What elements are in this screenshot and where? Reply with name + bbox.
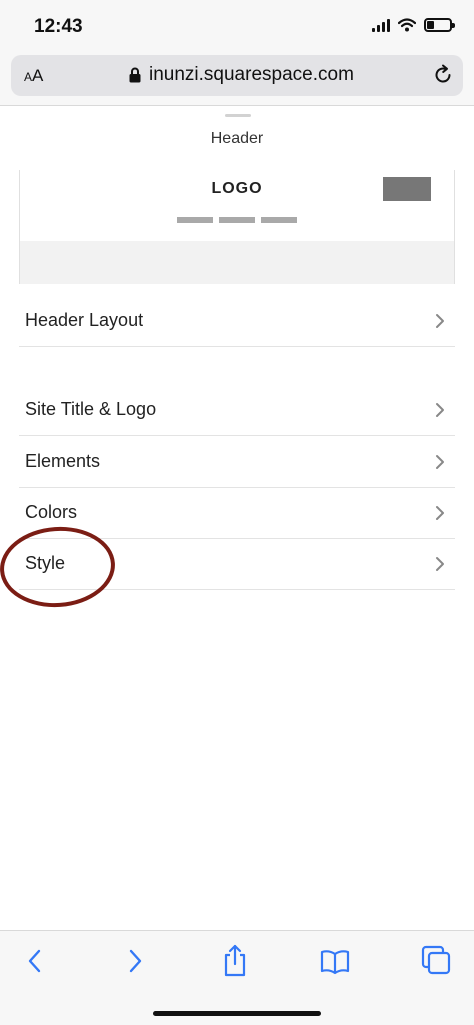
chevron-right-icon [436,455,444,469]
address-bar[interactable]: AA inunzi.squarespace.com [11,55,463,96]
chevron-right-icon [436,557,444,571]
status-time: 12:43 [34,16,83,37]
cellular-signal-icon [372,18,390,32]
status-icons [372,18,455,32]
bookmarks-icon[interactable] [320,949,350,975]
panel-title: Header [210,130,264,147]
chevron-right-icon [436,403,444,417]
menu-item-label: Site Title & Logo [25,399,157,419]
url-text: inunzi.squarespace.com [149,64,354,85]
reload-icon[interactable] [432,64,454,86]
lock-icon [129,67,141,83]
chevron-right-icon [436,314,444,328]
sheet-grabber[interactable] [225,114,251,117]
text-size-button[interactable]: AA [24,66,43,86]
wifi-icon [398,18,416,32]
chevron-right-icon [436,506,444,520]
menu-item-site-title-logo[interactable]: Site Title & Logo [19,385,455,436]
home-indicator[interactable] [153,1011,321,1016]
tabs-icon[interactable] [421,945,451,975]
preview-nav-placeholder [177,217,297,223]
menu-item-elements[interactable]: Elements [19,437,455,488]
header-preview[interactable]: LOGO [19,170,455,284]
preview-content-area [20,241,454,284]
browser-top-chrome: 12:43 AA inunzi.squarespace.com [0,0,474,106]
preview-button-placeholder [383,177,431,201]
battery-icon [424,18,455,32]
back-icon[interactable] [24,947,46,975]
menu-item-label: Elements [25,451,101,471]
forward-icon[interactable] [124,947,146,975]
url-display[interactable]: inunzi.squarespace.com [129,64,354,86]
menu-item-label: Colors [25,502,78,522]
menu-item-label: Header Layout [25,310,144,330]
share-icon[interactable] [221,943,249,977]
menu-item-header-layout[interactable]: Header Layout [19,296,455,347]
